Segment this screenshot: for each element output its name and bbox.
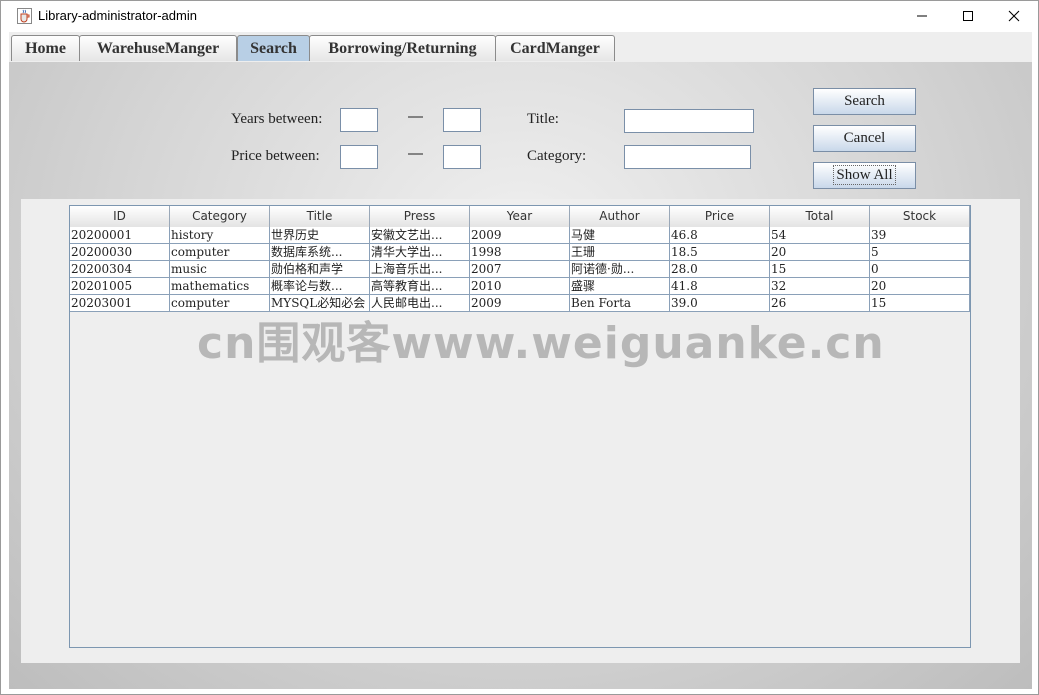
column-header-total[interactable]: Total bbox=[770, 206, 870, 227]
cell-stock: 0 bbox=[870, 261, 970, 277]
years-between-label: Years between: bbox=[231, 111, 323, 127]
show-all-button[interactable]: Show All bbox=[813, 162, 916, 189]
column-header-id[interactable]: ID bbox=[70, 206, 170, 227]
close-button[interactable] bbox=[991, 1, 1037, 31]
price-to-input[interactable] bbox=[443, 145, 481, 169]
cell-author: 马健 bbox=[570, 227, 670, 243]
maximize-button[interactable] bbox=[945, 1, 991, 31]
cell-price: 46.8 bbox=[670, 227, 770, 243]
title-input[interactable] bbox=[624, 109, 754, 133]
category-input[interactable] bbox=[624, 145, 751, 169]
cell-stock: 15 bbox=[870, 295, 970, 311]
cell-press: 安徽文艺出... bbox=[370, 227, 470, 243]
cell-year: 2007 bbox=[470, 261, 570, 277]
cell-year: 2010 bbox=[470, 278, 570, 294]
cell-author: 王珊 bbox=[570, 244, 670, 260]
cell-total: 32 bbox=[770, 278, 870, 294]
table-row[interactable]: 20200001 history 世界历史 安徽文艺出... 2009 马健 4… bbox=[70, 227, 970, 244]
close-icon bbox=[1008, 10, 1020, 22]
years-range-dash: — bbox=[408, 108, 423, 125]
price-between-label: Price between: bbox=[231, 148, 320, 164]
cell-category: computer bbox=[170, 244, 270, 260]
column-header-press[interactable]: Press bbox=[370, 206, 470, 227]
title-label: Title: bbox=[527, 111, 559, 127]
window-title: Library-administrator-admin bbox=[38, 8, 197, 23]
table-header: ID Category Title Press Year Author Pric… bbox=[70, 206, 970, 228]
years-to-input[interactable] bbox=[443, 108, 481, 132]
cell-title: 世界历史 bbox=[270, 227, 370, 243]
cell-title: 概率论与数... bbox=[270, 278, 370, 294]
column-header-author[interactable]: Author bbox=[570, 206, 670, 227]
tab-search[interactable]: Search bbox=[237, 35, 310, 61]
cell-total: 20 bbox=[770, 244, 870, 260]
cell-id: 20200304 bbox=[70, 261, 170, 277]
table-body: 20200001 history 世界历史 安徽文艺出... 2009 马健 4… bbox=[70, 227, 970, 312]
title-bar: Library-administrator-admin bbox=[1, 1, 1038, 31]
cell-category: mathematics bbox=[170, 278, 270, 294]
table-row[interactable]: 20200304 music 勋伯格和声学 上海音乐出... 2007 阿诺德·… bbox=[70, 261, 970, 278]
cell-stock: 39 bbox=[870, 227, 970, 243]
price-from-input[interactable] bbox=[340, 145, 378, 169]
minimize-icon bbox=[917, 15, 927, 17]
watermark-text: cn围观客www.weiguanke.cn bbox=[197, 318, 885, 369]
cell-title: 勋伯格和声学 bbox=[270, 261, 370, 277]
table-row[interactable]: 20200030 computer 数据库系统... 清华大学出... 1998… bbox=[70, 244, 970, 261]
show-all-label: Show All bbox=[833, 165, 896, 185]
tab-warehouse-manager[interactable]: WarehuseManger bbox=[79, 35, 237, 61]
cell-price: 28.0 bbox=[670, 261, 770, 277]
minimize-button[interactable] bbox=[899, 1, 945, 31]
results-panel: ID Category Title Press Year Author Pric… bbox=[21, 199, 1020, 663]
column-header-price[interactable]: Price bbox=[670, 206, 770, 227]
table-row[interactable]: 20201005 mathematics 概率论与数... 高等教育出... 2… bbox=[70, 278, 970, 295]
results-table[interactable]: ID Category Title Press Year Author Pric… bbox=[69, 205, 971, 648]
app-window: Library-administrator-admin Home Warehus… bbox=[0, 0, 1039, 695]
cell-id: 20200030 bbox=[70, 244, 170, 260]
column-header-category[interactable]: Category bbox=[170, 206, 270, 227]
cell-category: history bbox=[170, 227, 270, 243]
cell-author: 阿诺德·勋... bbox=[570, 261, 670, 277]
cell-category: music bbox=[170, 261, 270, 277]
cell-id: 20200001 bbox=[70, 227, 170, 243]
price-range-dash: — bbox=[408, 145, 423, 162]
cell-press: 高等教育出... bbox=[370, 278, 470, 294]
cell-price: 18.5 bbox=[670, 244, 770, 260]
cell-total: 15 bbox=[770, 261, 870, 277]
cell-author: 盛骤 bbox=[570, 278, 670, 294]
column-header-year[interactable]: Year bbox=[470, 206, 570, 227]
cell-title: 数据库系统... bbox=[270, 244, 370, 260]
tab-card-manager[interactable]: CardManger bbox=[495, 35, 615, 61]
column-header-title[interactable]: Title bbox=[270, 206, 370, 227]
cell-stock: 20 bbox=[870, 278, 970, 294]
java-cup-icon bbox=[17, 8, 32, 24]
cancel-button[interactable]: Cancel bbox=[813, 125, 916, 152]
category-label: Category: bbox=[527, 148, 587, 164]
years-from-input[interactable] bbox=[340, 108, 378, 132]
tab-bar: Home WarehuseManger Search Borrowing/Ret… bbox=[9, 32, 1032, 63]
cell-price: 41.8 bbox=[670, 278, 770, 294]
search-button[interactable]: Search bbox=[813, 88, 916, 115]
cell-press: 上海音乐出... bbox=[370, 261, 470, 277]
cell-total: 54 bbox=[770, 227, 870, 243]
cell-press: 清华大学出... bbox=[370, 244, 470, 260]
cell-id: 20203001 bbox=[70, 295, 170, 311]
tab-home[interactable]: Home bbox=[11, 35, 80, 61]
cell-year: 2009 bbox=[470, 227, 570, 243]
search-panel: Years between: — Price between: — Title:… bbox=[9, 62, 1032, 689]
tab-borrowing-returning[interactable]: Borrowing/Returning bbox=[309, 35, 496, 61]
maximize-icon bbox=[963, 11, 973, 21]
column-header-stock[interactable]: Stock bbox=[870, 206, 970, 227]
cell-id: 20201005 bbox=[70, 278, 170, 294]
cell-year: 1998 bbox=[470, 244, 570, 260]
cell-stock: 5 bbox=[870, 244, 970, 260]
